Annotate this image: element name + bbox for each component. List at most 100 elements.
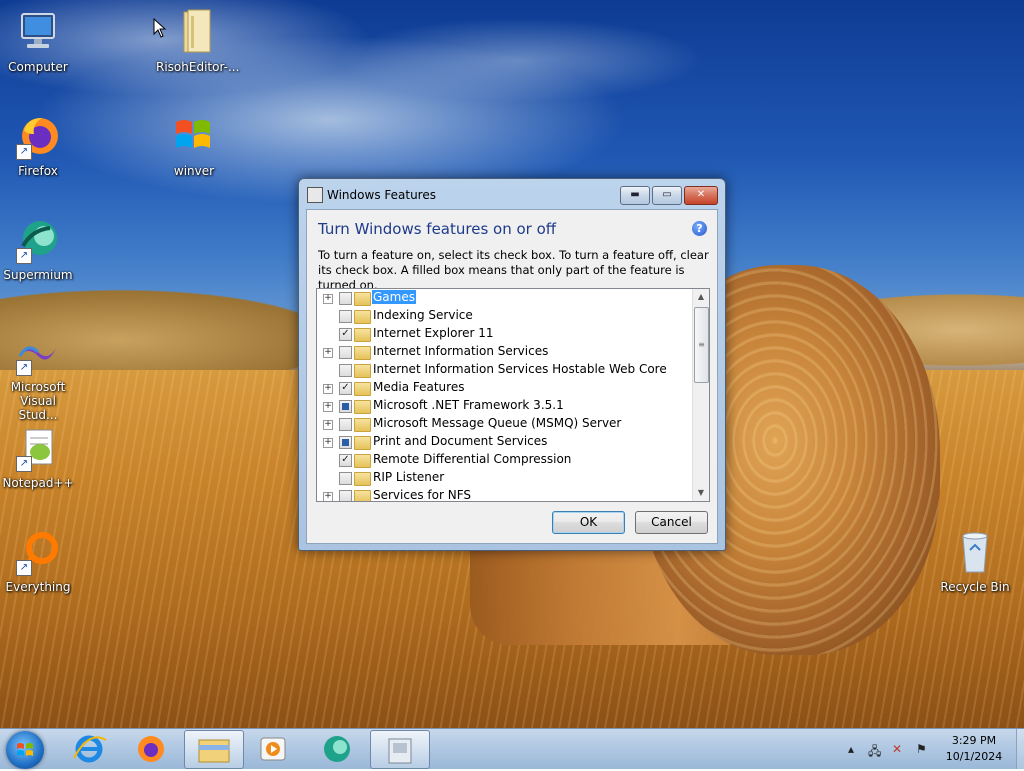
- desktop-icon-supermium[interactable]: ↗ Supermium: [0, 216, 76, 282]
- feature-checkbox[interactable]: [339, 490, 352, 501]
- feature-row[interactable]: Indexing Service: [317, 307, 692, 325]
- taskbar-firefox[interactable]: [121, 730, 179, 767]
- desktop-icon-label: winver: [173, 164, 215, 178]
- feature-label: Internet Explorer 11: [373, 326, 494, 340]
- feature-checkbox[interactable]: [339, 346, 352, 359]
- expand-icon[interactable]: +: [323, 438, 333, 448]
- features-tree[interactable]: + Games Indexing Service ✓ Internet Explorer…: [316, 288, 710, 502]
- taskbar-supermium[interactable]: [307, 730, 365, 767]
- show-hidden-icons-icon[interactable]: ▴: [848, 742, 854, 756]
- feature-label: Indexing Service: [373, 308, 473, 322]
- scroll-down-icon[interactable]: ▼: [693, 485, 709, 501]
- folder-icon: [354, 490, 371, 501]
- feature-label: Internet Information Services Hostable W…: [373, 362, 667, 376]
- taskbar-windows-features[interactable]: [370, 730, 430, 769]
- folder-icon: [354, 310, 371, 324]
- action-center-flag-icon[interactable]: ⚑: [916, 742, 927, 756]
- desktop-icon-everything[interactable]: ↗ Everything: [0, 528, 76, 594]
- windows-features-dialog: Windows Features ▬ ▭ ✕ Turn Windows feat…: [298, 178, 726, 551]
- feature-row[interactable]: Internet Information Services Hostable W…: [317, 361, 692, 379]
- feature-checkbox[interactable]: ✓: [339, 454, 352, 467]
- folder-icon: [354, 472, 371, 486]
- folder-icon: [354, 418, 371, 432]
- feature-row[interactable]: + Microsoft Message Queue (MSMQ) Server: [317, 415, 692, 433]
- folder-icon: [354, 382, 371, 396]
- taskbar: ▴ 🖧 ✕ ⚑ 3:29 PM 10/1/2024: [0, 728, 1024, 769]
- feature-checkbox[interactable]: [339, 400, 352, 413]
- windows-logo-icon: [17, 743, 33, 756]
- feature-row[interactable]: + Microsoft .NET Framework 3.5.1: [317, 397, 692, 415]
- feature-row[interactable]: + Internet Information Services: [317, 343, 692, 361]
- feature-checkbox[interactable]: [339, 310, 352, 323]
- desktop-icon-risoheditor[interactable]: RisohEditor-...: [156, 8, 240, 74]
- feature-label: Games: [372, 290, 416, 304]
- clock-date: 10/1/2024: [945, 750, 1003, 763]
- feature-checkbox[interactable]: ✓: [339, 328, 352, 341]
- file-explorer-icon: [198, 739, 230, 763]
- help-icon[interactable]: ?: [692, 221, 707, 236]
- media-player-icon: [260, 737, 286, 761]
- tree-scrollbar[interactable]: ▲ ≡ ▼: [692, 289, 709, 501]
- expand-icon[interactable]: +: [323, 294, 333, 304]
- expand-icon[interactable]: +: [323, 420, 333, 430]
- feature-row[interactable]: + Print and Document Services: [317, 433, 692, 451]
- taskbar-internet-explorer[interactable]: [60, 730, 118, 767]
- feature-row[interactable]: ✓ Internet Explorer 11: [317, 325, 692, 343]
- scroll-up-icon[interactable]: ▲: [693, 289, 709, 305]
- supermium-icon: [324, 736, 350, 762]
- close-button[interactable]: ✕: [684, 186, 718, 205]
- feature-label: Microsoft Message Queue (MSMQ) Server: [373, 416, 622, 430]
- dialog-titlebar[interactable]: Windows Features ▬ ▭ ✕: [299, 179, 725, 209]
- folder-icon: [354, 328, 371, 342]
- folder-icon: [354, 454, 371, 468]
- feature-checkbox[interactable]: [339, 418, 352, 431]
- scroll-thumb[interactable]: ≡: [694, 307, 709, 383]
- expand-icon[interactable]: +: [323, 492, 333, 501]
- taskbar-file-explorer[interactable]: [184, 730, 244, 769]
- taskbar-clock[interactable]: 3:29 PM 10/1/2024: [936, 733, 1012, 765]
- expand-icon[interactable]: +: [323, 402, 333, 412]
- feature-row[interactable]: + Games: [317, 289, 692, 307]
- taskbar-media-player[interactable]: [244, 730, 302, 767]
- maximize-button[interactable]: ▭: [652, 186, 682, 205]
- feature-label: Media Features: [373, 380, 465, 394]
- expand-icon[interactable]: +: [323, 384, 333, 394]
- volume-muted-icon[interactable]: ✕: [892, 742, 902, 756]
- cancel-button[interactable]: Cancel: [635, 511, 708, 534]
- desktop-icon-label: Everything: [5, 580, 71, 594]
- feature-label: Remote Differential Compression: [373, 452, 572, 466]
- desktop-icon-firefox[interactable]: ↗ Firefox: [0, 112, 76, 178]
- feature-label: Print and Document Services: [373, 434, 548, 448]
- desktop-icon-label: RisohEditor-...: [156, 60, 240, 74]
- feature-row[interactable]: + ✓ Media Features: [317, 379, 692, 397]
- show-desktop-button[interactable]: [1016, 729, 1024, 769]
- folder-icon: [354, 400, 371, 414]
- desktop-icon-recycle-bin[interactable]: Recycle Bin: [937, 528, 1013, 594]
- folder-icon: [354, 364, 371, 378]
- feature-checkbox[interactable]: [339, 472, 352, 485]
- firefox-icon: [138, 736, 164, 762]
- feature-checkbox[interactable]: [339, 436, 352, 449]
- desktop-icon-visual-studio[interactable]: ↗ Microsoft Visual Stud...: [0, 328, 76, 422]
- desktop-icon-winver[interactable]: winver: [156, 112, 232, 178]
- feature-row[interactable]: RIP Listener: [317, 469, 692, 487]
- desktop-icon-computer[interactable]: Computer: [0, 8, 76, 74]
- dialog-title: Windows Features: [327, 188, 436, 202]
- folder-icon: [354, 292, 371, 306]
- feature-label: Services for NFS: [373, 488, 472, 502]
- feature-label: RIP Listener: [373, 470, 445, 484]
- feature-checkbox[interactable]: [339, 364, 352, 377]
- feature-row[interactable]: + Services for NFS: [317, 487, 692, 502]
- ok-button[interactable]: OK: [552, 511, 625, 534]
- desktop-icon-notepadpp[interactable]: ↗ Notepad++: [0, 424, 76, 490]
- feature-checkbox[interactable]: [339, 292, 352, 305]
- feature-row[interactable]: ✓ Remote Differential Compression: [317, 451, 692, 469]
- start-button[interactable]: [6, 731, 44, 769]
- network-icon[interactable]: 🖧: [868, 742, 881, 763]
- shortcut-arrow-icon: ↗: [16, 248, 32, 264]
- dialog-client-area: Turn Windows features on or off ? To tur…: [306, 209, 718, 544]
- minimize-button[interactable]: ▬: [620, 186, 650, 205]
- shortcut-arrow-icon: ↗: [16, 144, 32, 160]
- expand-icon[interactable]: +: [323, 348, 333, 358]
- feature-checkbox[interactable]: ✓: [339, 382, 352, 395]
